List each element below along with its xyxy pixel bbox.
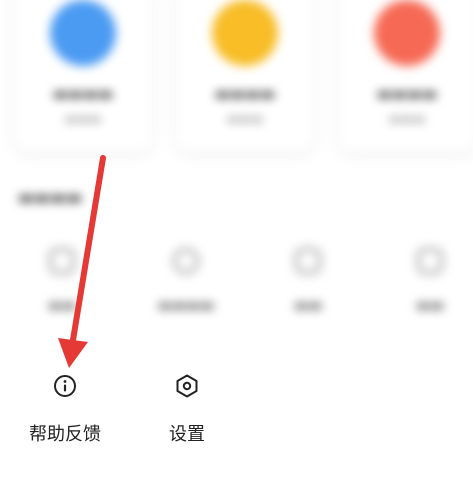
tool-label: ▬▬ bbox=[293, 296, 323, 314]
app-screen: ▬▬▬▬ ▬▬▬ ▬▬▬▬ ▬▬▬ ▬▬▬▬ ▬▬▬ ▬▬▬▬ ▬▬ ▬▬▬▬ … bbox=[0, 0, 473, 490]
service-card-2[interactable]: ▬▬▬▬ ▬▬▬ bbox=[176, 0, 314, 152]
tool-icon bbox=[173, 248, 199, 274]
info-circle-icon bbox=[54, 375, 76, 397]
card-icon-red bbox=[374, 0, 440, 66]
settings-button[interactable]: 设置 bbox=[142, 372, 232, 446]
card-icon-blue bbox=[50, 0, 116, 66]
tool-icon bbox=[49, 248, 75, 274]
tools-section-title: ▬▬▬▬ bbox=[18, 188, 83, 208]
tool-item-1[interactable]: ▬▬ bbox=[22, 248, 102, 314]
blurred-top-region: ▬▬▬▬ ▬▬▬ ▬▬▬▬ ▬▬▬ ▬▬▬▬ ▬▬▬ ▬▬▬▬ ▬▬ ▬▬▬▬ … bbox=[0, 0, 473, 340]
card-icon-yellow bbox=[212, 0, 278, 66]
card-subtitle: ▬▬▬ bbox=[388, 112, 426, 127]
card-title: ▬▬▬▬ bbox=[52, 84, 114, 103]
hexagon-settings-icon bbox=[176, 374, 198, 398]
help-feedback-label: 帮助反馈 bbox=[29, 424, 101, 445]
card-title: ▬▬▬▬ bbox=[376, 84, 438, 103]
tool-item-2[interactable]: ▬▬▬▬ bbox=[146, 248, 226, 314]
tool-item-4[interactable]: ▬▬ bbox=[390, 248, 470, 314]
tool-label: ▬▬▬▬ bbox=[157, 296, 215, 314]
card-title: ▬▬▬▬ bbox=[214, 84, 276, 103]
settings-label: 设置 bbox=[169, 424, 205, 445]
help-feedback-button[interactable]: 帮助反馈 bbox=[20, 372, 110, 446]
service-card-3[interactable]: ▬▬▬▬ ▬▬▬ bbox=[338, 0, 473, 152]
tool-label: ▬▬ bbox=[415, 296, 445, 314]
tool-icon bbox=[295, 248, 321, 274]
tool-item-3[interactable]: ▬▬ bbox=[268, 248, 348, 314]
tool-icon bbox=[417, 248, 443, 274]
tool-label: ▬▬ bbox=[47, 296, 77, 314]
card-subtitle: ▬▬▬ bbox=[226, 112, 264, 127]
service-card-1[interactable]: ▬▬▬▬ ▬▬▬ bbox=[14, 0, 152, 152]
card-subtitle: ▬▬▬ bbox=[64, 112, 102, 127]
